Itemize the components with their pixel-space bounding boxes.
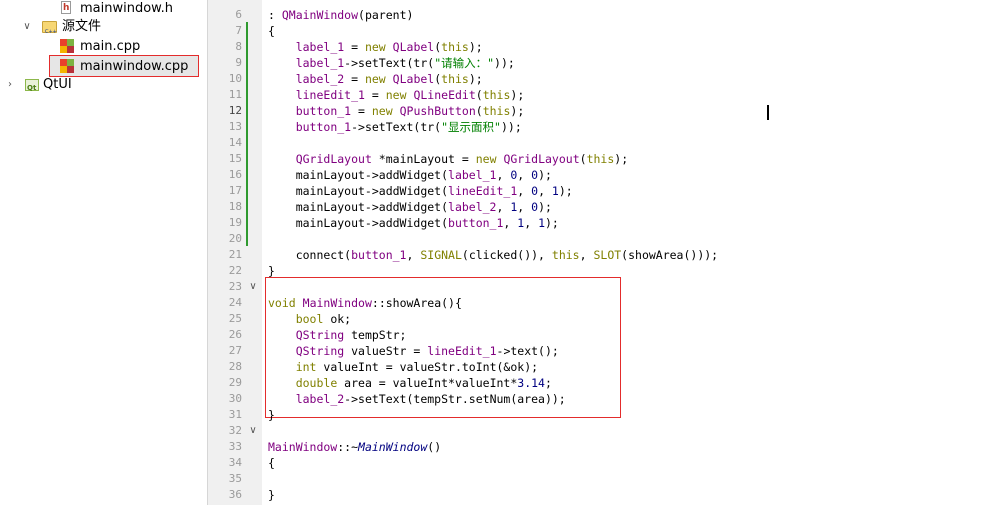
code-line[interactable]: } (268, 407, 275, 423)
header-file-icon (61, 0, 71, 18)
line-number: 29 (228, 376, 242, 389)
line-number: 28 (228, 360, 242, 373)
chevron-right-icon[interactable]: › (5, 75, 15, 94)
code-line[interactable]: } (268, 487, 275, 503)
line-number: 26 (228, 328, 242, 341)
line-number: 16 (228, 168, 242, 181)
line-number: 10 (228, 72, 242, 85)
line-number: 35 (228, 472, 242, 485)
cpp-file-icon (60, 59, 74, 73)
code-line[interactable]: lineEdit_1 = new QLineEdit(this); (268, 87, 525, 103)
code-line[interactable]: label_2->setText(tempStr.setNum(area)); (268, 391, 566, 407)
source-folder-icon (42, 21, 57, 42)
code-line[interactable]: button_1->setText(tr("显示面积")); (268, 119, 522, 135)
code-line[interactable]: mainLayout->addWidget(label_2, 1, 0); (268, 199, 552, 215)
code-line[interactable]: connect(button_1, SIGNAL(clicked()), thi… (268, 247, 718, 263)
line-number: 21 (228, 248, 242, 261)
line-number: 18 (228, 200, 242, 213)
line-number: 13 (228, 120, 242, 133)
cpp-file-icon (60, 39, 74, 53)
qt-project-icon (25, 79, 39, 98)
code-line[interactable]: label_1 = new QLabel(this); (268, 39, 483, 55)
line-number: 15 (228, 152, 242, 165)
code-line[interactable]: void MainWindow::showArea(){ (268, 295, 462, 311)
line-number: 11 (228, 88, 242, 101)
project-tree: mainwindow.h ∨ 源文件 main.cpp mainwindow.c… (0, 0, 208, 505)
change-marker (246, 22, 248, 246)
code-editor[interactable]: 6 7 8 9 10 11 12 13 14 15 16 17 18 19 20… (208, 0, 992, 505)
line-number: 34 (228, 456, 242, 469)
code-line[interactable]: { (268, 455, 275, 471)
line-number: 7 (235, 24, 242, 37)
code-line[interactable]: int valueInt = valueStr.toInt(&ok); (268, 359, 538, 375)
fold-marker-icon[interactable]: ∨ (248, 423, 258, 439)
code-line[interactable]: } (268, 263, 275, 279)
code-line[interactable]: MainWindow::~MainWindow() (268, 439, 441, 455)
line-number: 25 (228, 312, 242, 325)
line-number: 31 (228, 408, 242, 421)
code-line[interactable]: mainLayout->addWidget(button_1, 1, 1); (268, 215, 559, 231)
line-number: 23 (228, 280, 242, 293)
code-line[interactable]: : QMainWindow(parent) (268, 7, 413, 23)
line-number: 14 (228, 136, 242, 149)
chevron-down-icon[interactable]: ∨ (22, 17, 32, 36)
line-number: 20 (228, 232, 242, 245)
code-line[interactable]: bool ok; (268, 311, 351, 327)
line-number: 6 (235, 8, 242, 21)
line-number-gutter: 6 7 8 9 10 11 12 13 14 15 16 17 18 19 20… (208, 0, 262, 505)
code-line[interactable]: QString valueStr = lineEdit_1->text(); (268, 343, 559, 359)
line-number: 32 (228, 424, 242, 437)
line-number-current: 12 (228, 104, 242, 117)
line-number: 19 (228, 216, 242, 229)
code-line[interactable]: button_1 = new QPushButton(this); (268, 103, 525, 119)
code-line[interactable]: double area = valueInt*valueInt*3.14; (268, 375, 552, 391)
line-number: 27 (228, 344, 242, 357)
code-line[interactable]: { (268, 23, 275, 39)
code-line[interactable]: mainLayout->addWidget(label_1, 0, 0); (268, 167, 552, 183)
line-number: 17 (228, 184, 242, 197)
line-number: 33 (228, 440, 242, 453)
code-line[interactable]: mainLayout->addWidget(lineEdit_1, 0, 1); (268, 183, 573, 199)
text-cursor (767, 105, 769, 120)
code-line[interactable]: label_1->setText(tr("请输入：")); (268, 55, 515, 71)
code-line[interactable]: label_2 = new QLabel(this); (268, 71, 483, 87)
line-number: 36 (228, 488, 242, 501)
line-number: 30 (228, 392, 242, 405)
line-number: 22 (228, 264, 242, 277)
line-number: 9 (235, 56, 242, 69)
code-line[interactable]: QString tempStr; (268, 327, 407, 343)
fold-marker-icon[interactable]: ∨ (248, 279, 258, 295)
line-number: 24 (228, 296, 242, 309)
code-line[interactable]: QGridLayout *mainLayout = new QGridLayou… (268, 151, 628, 167)
line-number: 8 (235, 40, 242, 53)
